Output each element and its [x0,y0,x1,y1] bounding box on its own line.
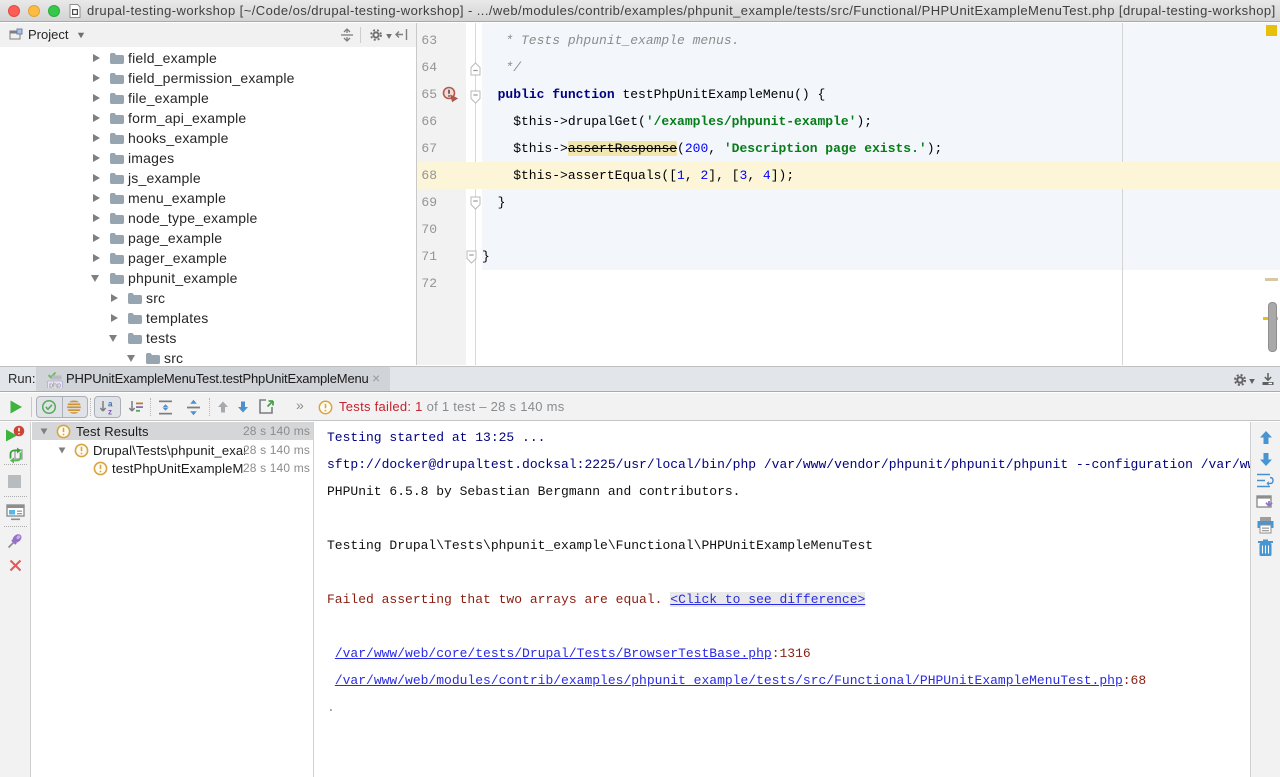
svg-text:php: php [49,383,61,388]
svg-text:z: z [108,408,112,417]
